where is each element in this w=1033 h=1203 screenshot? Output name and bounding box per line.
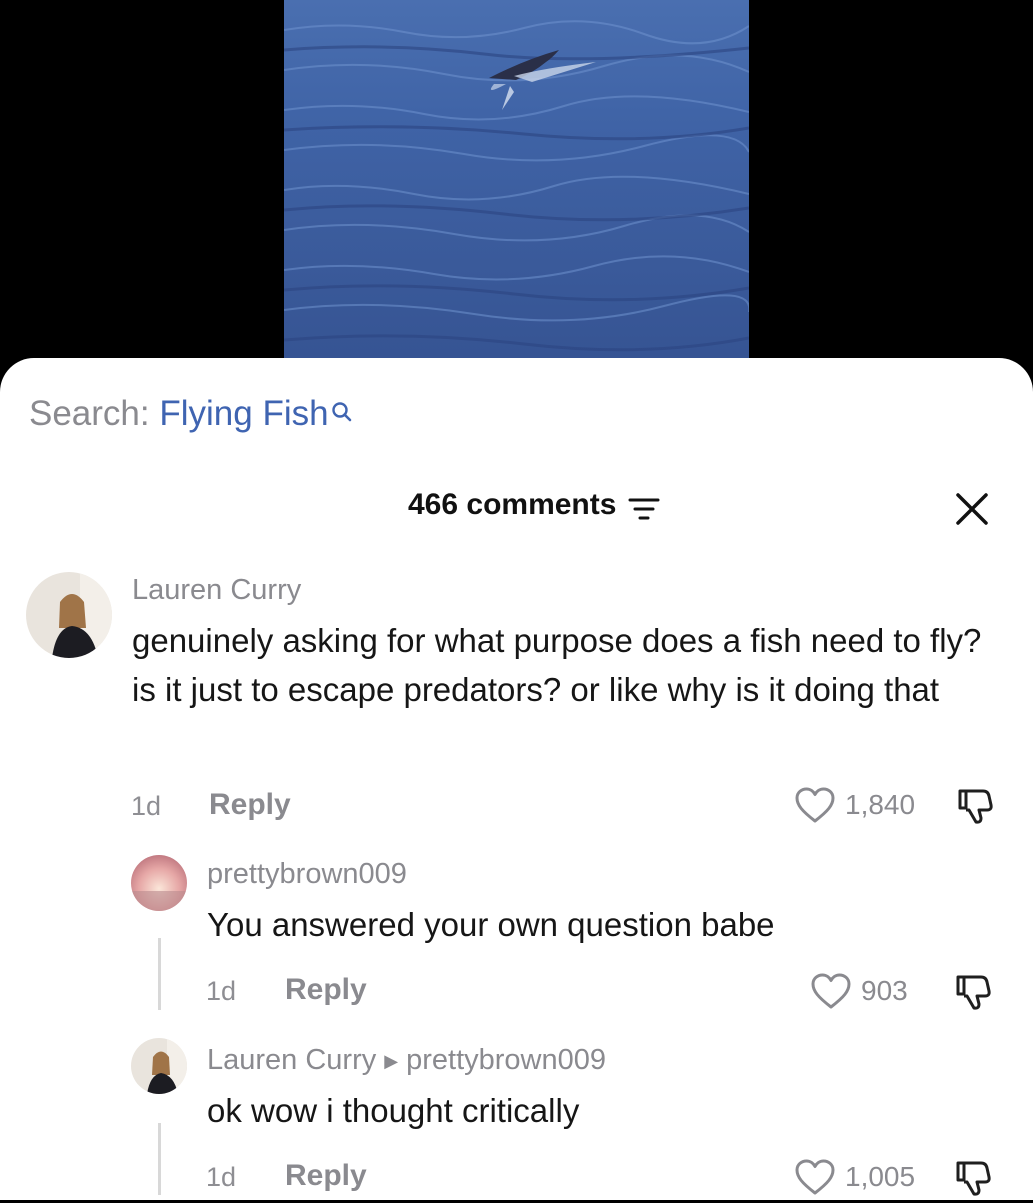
reply-button[interactable]: Reply bbox=[285, 973, 367, 1007]
like-heart-icon[interactable] bbox=[794, 786, 836, 829]
reply-arrow-icon: ▶ bbox=[384, 1050, 399, 1071]
reply-button[interactable]: Reply bbox=[285, 1159, 367, 1193]
like-heart-icon[interactable] bbox=[794, 1158, 836, 1201]
like-count: 903 bbox=[861, 975, 908, 1006]
reply-to-user[interactable]: prettybrown009 bbox=[406, 1044, 606, 1076]
thread-line bbox=[158, 1123, 161, 1195]
comment-timestamp: 1d bbox=[206, 1162, 237, 1192]
video-player[interactable] bbox=[284, 0, 749, 358]
comment-text: ok wow i thought critically bbox=[207, 1092, 580, 1129]
thread-line bbox=[158, 938, 161, 1010]
comment-timestamp: 1d bbox=[206, 976, 237, 1006]
avatar[interactable] bbox=[131, 1038, 187, 1094]
search-query-link[interactable]: Flying Fish bbox=[159, 394, 328, 433]
comments-count: 466 comments bbox=[408, 488, 617, 521]
reply-button[interactable]: Reply bbox=[209, 788, 291, 822]
search-label: Search: bbox=[29, 394, 150, 433]
dislike-icon[interactable] bbox=[953, 972, 993, 1017]
comment-author[interactable]: Lauren Curry bbox=[132, 574, 301, 607]
comment-text: You answered your own question babe bbox=[207, 906, 775, 943]
avatar[interactable] bbox=[131, 855, 187, 911]
comments-sheet: Search: Flying Fish 466 comments Lauren … bbox=[0, 358, 1033, 1200]
like-count: 1,005 bbox=[845, 1161, 916, 1192]
comment-author[interactable]: prettybrown009 bbox=[207, 858, 407, 891]
comment-text: genuinely asking for what purpose does a… bbox=[132, 622, 982, 708]
search-suggestion[interactable]: Search: Flying Fish bbox=[29, 394, 353, 436]
like-count: 1,840 bbox=[845, 789, 916, 820]
search-icon bbox=[331, 396, 353, 436]
avatar[interactable] bbox=[26, 572, 112, 658]
sort-filter-icon[interactable] bbox=[628, 497, 660, 528]
like-heart-icon[interactable] bbox=[810, 972, 852, 1015]
ocean-image bbox=[284, 20, 749, 352]
comment-author[interactable]: Lauren Curry ▶ prettybrown009 bbox=[207, 1044, 606, 1077]
close-button[interactable] bbox=[952, 489, 992, 529]
dislike-icon[interactable] bbox=[953, 1158, 993, 1203]
close-icon bbox=[956, 493, 988, 525]
dislike-icon[interactable] bbox=[955, 786, 995, 831]
reply-author[interactable]: Lauren Curry bbox=[207, 1044, 376, 1076]
comment-timestamp: 1d bbox=[131, 791, 162, 821]
